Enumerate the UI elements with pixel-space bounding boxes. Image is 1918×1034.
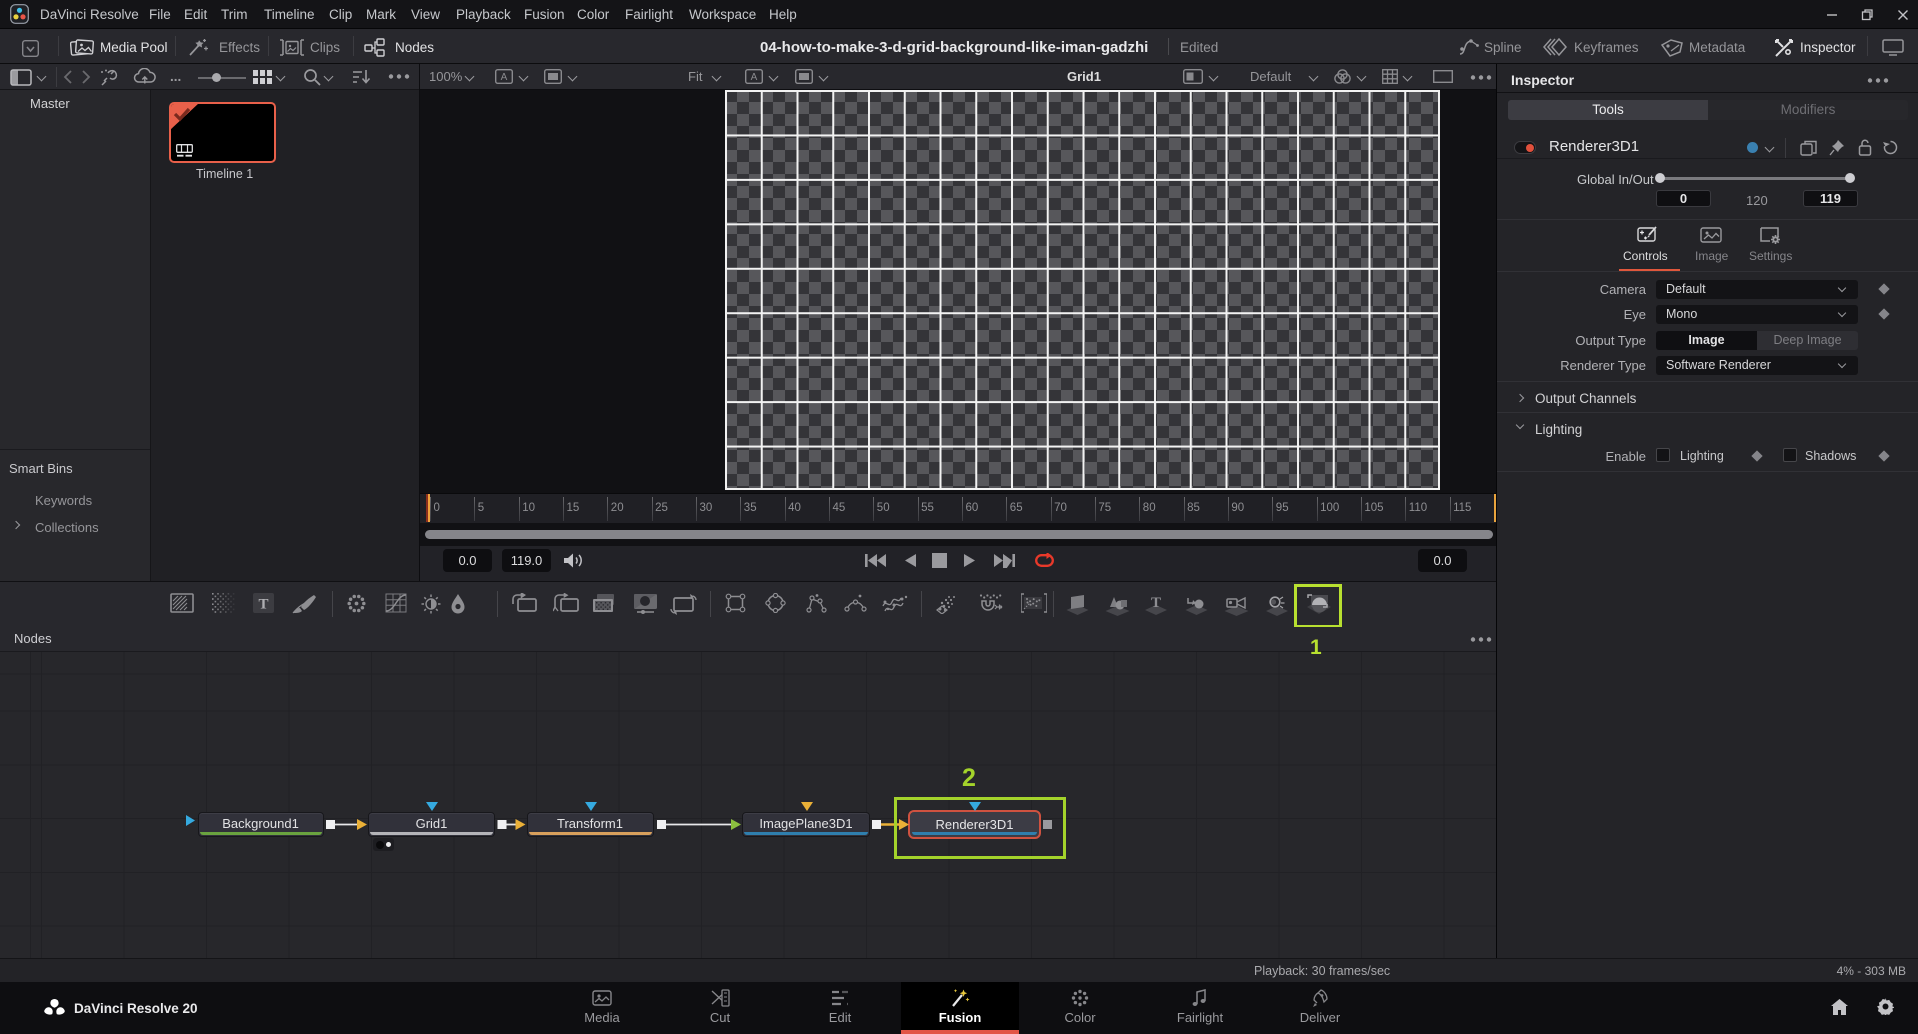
svg-text:A: A [501, 72, 508, 83]
svg-text:T: T [258, 597, 268, 613]
svg-text:T: T [1151, 595, 1161, 611]
svg-text:A: A [751, 72, 758, 83]
